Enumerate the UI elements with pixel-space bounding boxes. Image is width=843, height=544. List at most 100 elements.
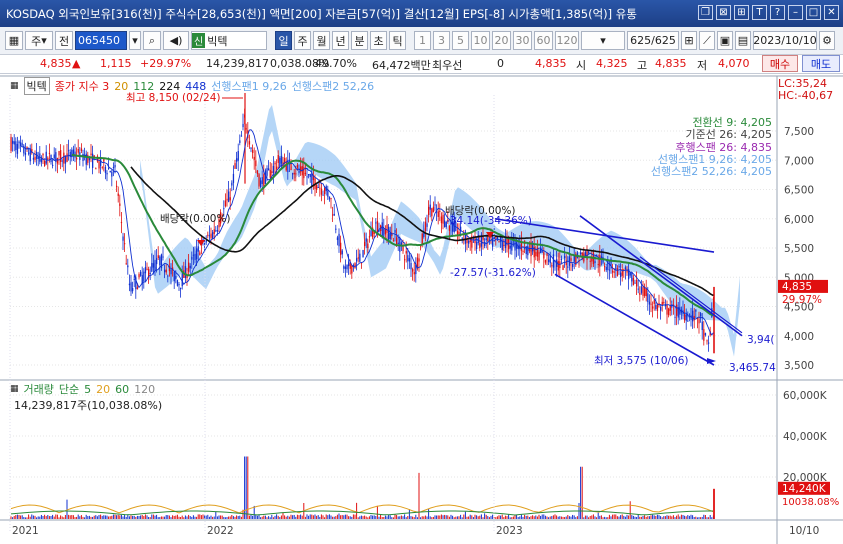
candle-body — [122, 236, 124, 241]
candle-body — [268, 168, 270, 171]
candle-body — [632, 277, 635, 286]
ma-112[interactable]: 112 — [133, 80, 154, 93]
candle-body — [232, 173, 235, 183]
candle-body — [208, 235, 211, 237]
candle-body — [343, 266, 345, 269]
span2-label[interactable]: 선행스팬2 52,26 — [292, 78, 374, 94]
candle-body — [551, 265, 553, 267]
candle-body — [330, 198, 332, 200]
candle-body — [167, 275, 169, 277]
candle-body — [608, 269, 611, 271]
ma-20[interactable]: 20 — [114, 80, 128, 93]
candle-body — [90, 153, 92, 156]
candle-body — [704, 333, 707, 336]
candle-body — [309, 174, 311, 178]
candle-body — [296, 164, 299, 168]
candle-body — [386, 224, 388, 233]
stock-tag[interactable]: 빅텍 — [23, 77, 50, 95]
candle-body — [56, 157, 59, 164]
candle-body — [535, 252, 537, 257]
candle-body — [629, 272, 631, 276]
current-price-tag-text: 4,835 — [782, 281, 812, 293]
candle-body — [92, 153, 94, 168]
candle-body — [631, 272, 633, 282]
candle-body — [125, 263, 127, 265]
candle-body — [503, 244, 505, 246]
pane-menu-icon[interactable]: ▦ — [10, 81, 19, 91]
candle-body — [428, 206, 430, 216]
candle-body — [133, 278, 135, 280]
candle-body — [336, 237, 339, 240]
pane-menu-icon[interactable]: ▦ — [10, 384, 19, 394]
volume-pane-header: ▦ 거래량 단순 5 20 60 120 — [10, 381, 155, 397]
candle-body — [340, 242, 342, 255]
ma-224[interactable]: 224 — [159, 80, 180, 93]
candle-body — [522, 250, 524, 252]
vma-60[interactable]: 60 — [115, 383, 129, 396]
candle-body — [708, 342, 710, 344]
candle-body — [52, 164, 54, 166]
price-tick-label: 7,000 — [784, 155, 814, 167]
candle-body — [388, 226, 390, 240]
candle-body — [60, 150, 62, 162]
candle-body — [538, 251, 540, 261]
candle-body — [212, 232, 214, 239]
candle-body — [156, 258, 158, 265]
vma-120[interactable]: 120 — [134, 383, 155, 396]
vma-5[interactable]: 5 — [84, 383, 91, 396]
candle-body — [498, 240, 500, 242]
candle-body — [317, 186, 319, 188]
candle-body — [572, 263, 574, 268]
candle-body — [528, 248, 531, 251]
candle-body — [44, 160, 46, 166]
ichimoku-legend: 전환선 9: 4,205 기준선 26: 4,205 후행스팬 26: 4,835 선… — [640, 116, 772, 178]
candle-body — [458, 231, 460, 235]
candle-body — [258, 174, 260, 187]
candle-body — [605, 266, 607, 271]
candle-body — [204, 243, 206, 245]
candle-body — [298, 170, 300, 173]
candle-body — [308, 174, 310, 176]
candle-body — [207, 234, 209, 236]
candle-body — [231, 182, 233, 186]
span1-label[interactable]: 선행스팬1 9,26 — [211, 78, 286, 94]
volume-ma-label[interactable]: 단순 — [59, 381, 79, 397]
candle-body — [698, 319, 700, 324]
candle-body — [178, 284, 180, 286]
volume-title[interactable]: 거래량 — [24, 381, 54, 397]
candle-body — [210, 233, 212, 238]
candle-body — [404, 259, 406, 261]
candle-body — [703, 329, 705, 341]
candle-body — [424, 221, 427, 231]
candle-body — [656, 304, 659, 311]
ma-448[interactable]: 448 — [185, 80, 206, 93]
candle-body — [564, 256, 566, 259]
vma-20[interactable]: 20 — [96, 383, 110, 396]
candle-body — [103, 159, 105, 162]
candle-body — [440, 216, 443, 224]
candle-body — [573, 255, 575, 262]
candle-body — [47, 157, 49, 160]
candle-body — [98, 161, 100, 169]
candle-body — [256, 170, 259, 174]
candle-body — [684, 314, 686, 321]
candle-body — [338, 233, 340, 247]
candle-body — [468, 240, 470, 244]
candle-body — [669, 305, 671, 311]
candle-body — [253, 156, 255, 160]
candle-body — [202, 238, 204, 240]
candle-body — [652, 306, 654, 309]
candle-body — [589, 260, 591, 262]
candle-body — [439, 210, 441, 212]
candle-body — [634, 282, 636, 284]
candle-body — [311, 172, 313, 187]
ma-label[interactable]: 종가 지수 3 — [55, 78, 109, 94]
candle-body — [410, 263, 412, 270]
candle-body — [240, 135, 243, 137]
candle-body — [484, 243, 486, 246]
candle-body — [565, 260, 567, 266]
volume-value: 14,239,817주(10,038.08%) — [14, 399, 163, 412]
candle-body — [642, 287, 644, 296]
candle-body — [584, 252, 587, 256]
candle-body — [407, 255, 409, 262]
